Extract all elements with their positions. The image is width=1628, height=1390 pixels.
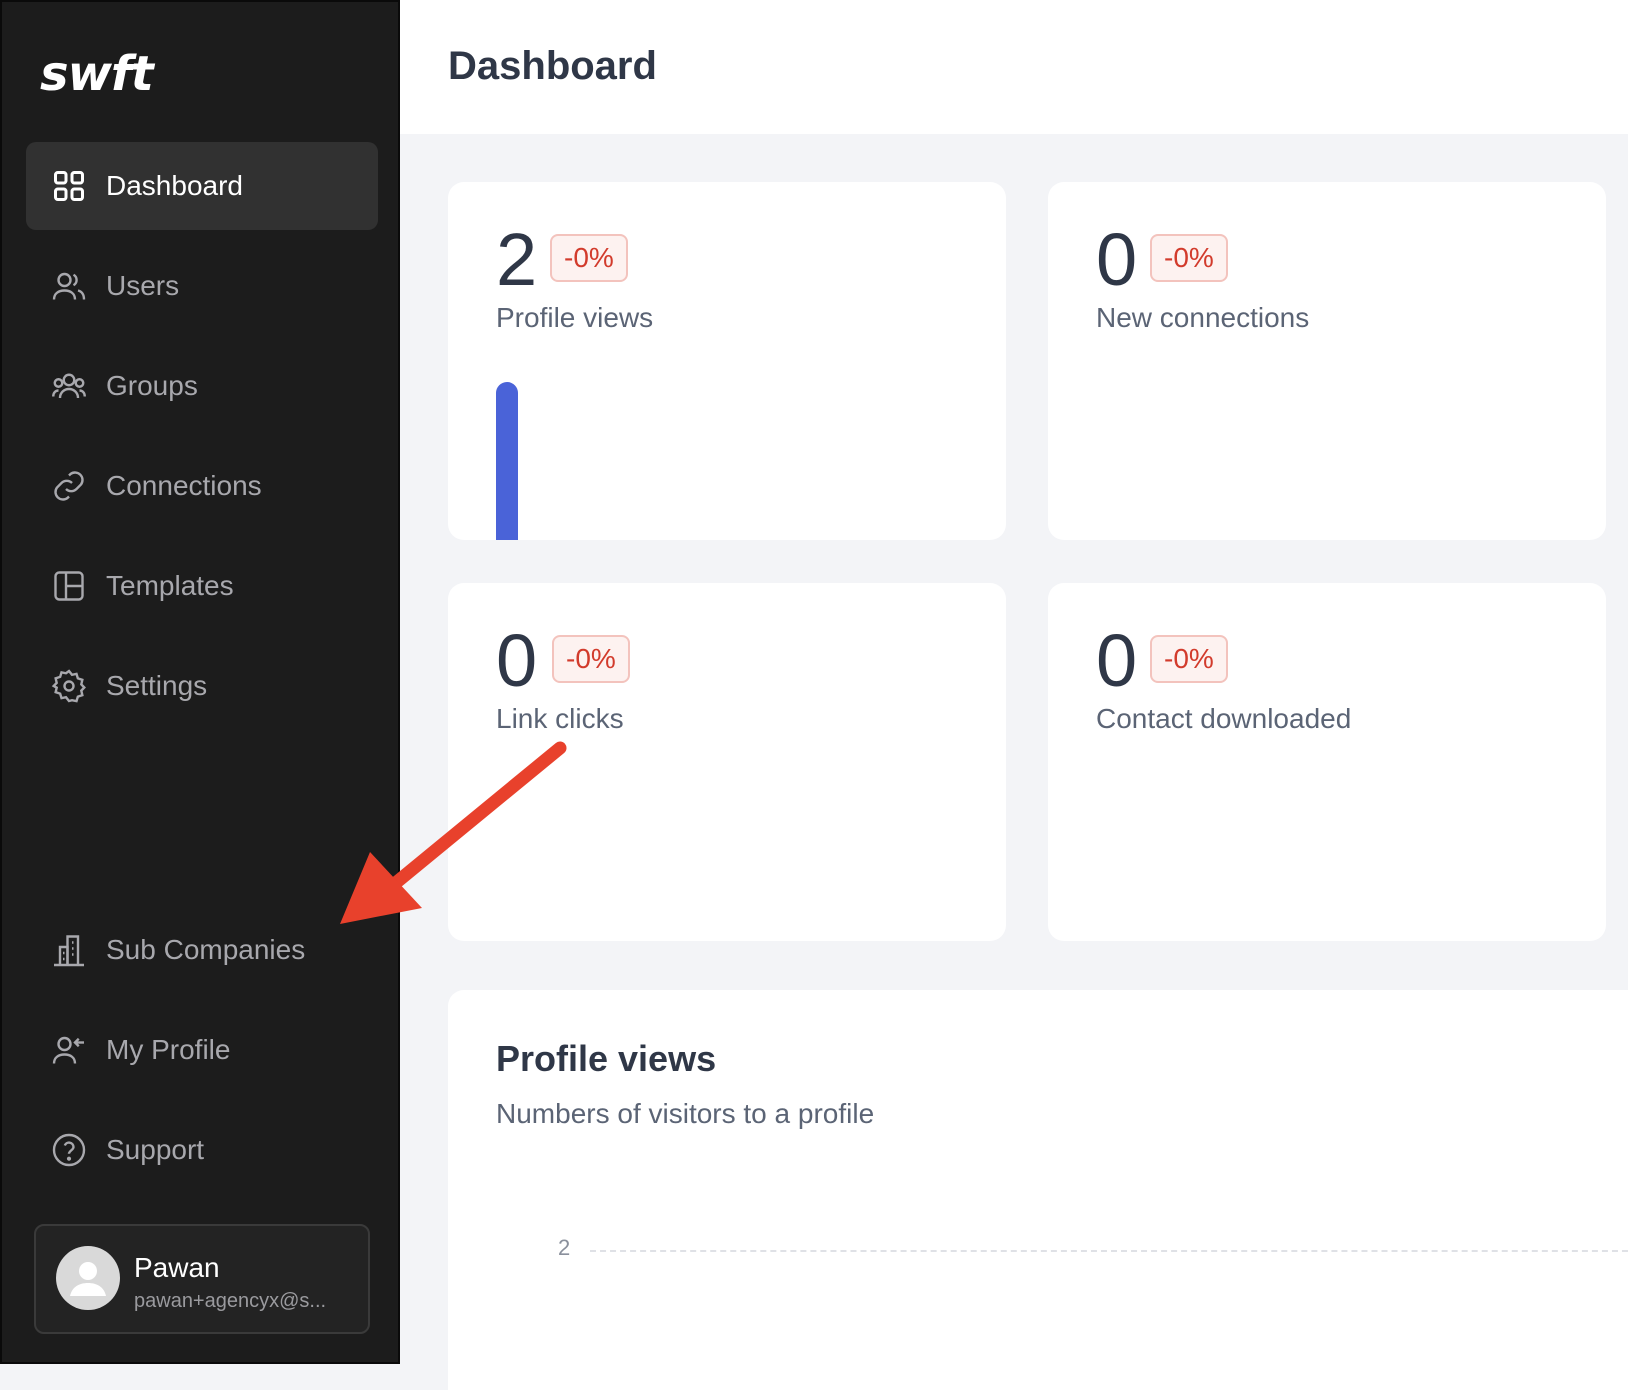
- users-icon: [50, 267, 88, 305]
- nav-label: Settings: [106, 670, 208, 701]
- nav-item-my-profile[interactable]: My Profile: [26, 1006, 378, 1094]
- stat-value: 0: [496, 619, 538, 702]
- nav-label: Dashboard: [106, 170, 243, 201]
- nav-item-connections[interactable]: Connections: [26, 442, 378, 530]
- sidebar: swft Dashboard Users Groups Connections …: [0, 0, 400, 1364]
- change-badge: -0%: [552, 635, 630, 683]
- chart-title: Profile views: [496, 1038, 717, 1079]
- stat-value: 2: [496, 218, 538, 301]
- link-icon: [50, 467, 88, 505]
- user-profile-card[interactable]: Pawan pawan+agencyx@s...: [34, 1224, 370, 1334]
- sparkline-bar: [496, 382, 518, 540]
- swft-logo[interactable]: swft: [40, 46, 154, 102]
- stat-card-link-clicks: 0 -0% Link clicks: [448, 583, 1006, 941]
- nav-item-users[interactable]: Users: [26, 242, 378, 330]
- layout-icon: [50, 567, 88, 605]
- nav-label: Sub Companies: [106, 934, 306, 965]
- user-name: Pawan: [134, 1252, 220, 1283]
- user-email: pawan+agencyx@s...: [134, 1290, 327, 1312]
- gridline: [590, 1250, 1628, 1252]
- building-icon: [50, 931, 88, 969]
- nav-item-settings[interactable]: Settings: [26, 642, 378, 730]
- nav-label: Connections: [106, 470, 262, 501]
- nav-item-sub-companies[interactable]: Sub Companies: [26, 906, 378, 994]
- nav-label: Templates: [106, 570, 234, 601]
- chart-subtitle: Numbers of visitors to a profile: [496, 1098, 875, 1129]
- nav-item-templates[interactable]: Templates: [26, 542, 378, 630]
- stat-value: 0: [1096, 218, 1138, 301]
- stat-label: Contact downloaded: [1096, 703, 1352, 734]
- gear-icon: [50, 667, 88, 705]
- nav-item-dashboard[interactable]: Dashboard: [26, 142, 378, 230]
- stat-label: New connections: [1096, 302, 1310, 333]
- profile-views-chart-panel: Profile views Numbers of visitors to a p…: [448, 990, 1628, 1390]
- stat-card-new-connections: 0 -0% New connections: [1048, 182, 1606, 540]
- user-arrow-icon: [50, 1031, 88, 1069]
- stat-card-contact-downloaded: 0 -0% Contact downloaded: [1048, 583, 1606, 941]
- change-badge: -0%: [1150, 635, 1228, 683]
- nav-label: Groups: [106, 370, 198, 401]
- stat-label: Profile views: [496, 302, 654, 333]
- page-title: Dashboard: [448, 44, 657, 88]
- nav-item-groups[interactable]: Groups: [26, 342, 378, 430]
- change-badge: -0%: [1150, 234, 1228, 282]
- grid-icon: [50, 167, 88, 205]
- help-circle-icon: [50, 1131, 88, 1169]
- nav-label: Support: [106, 1134, 205, 1165]
- nav-label: My Profile: [106, 1034, 231, 1065]
- y-tick-label: 2: [558, 1235, 571, 1260]
- stat-label: Link clicks: [496, 703, 624, 734]
- nav-label: Users: [106, 270, 180, 301]
- stat-card-profile-views: 2 -0% Profile views: [448, 182, 1006, 540]
- change-badge: -0%: [550, 234, 628, 282]
- nav-item-support[interactable]: Support: [26, 1106, 378, 1194]
- stat-value: 0: [1096, 619, 1138, 702]
- avatar: [56, 1246, 120, 1310]
- groups-icon: [50, 367, 88, 405]
- page-header: Dashboard: [400, 0, 1628, 134]
- user-silhouette-icon: [70, 1262, 106, 1296]
